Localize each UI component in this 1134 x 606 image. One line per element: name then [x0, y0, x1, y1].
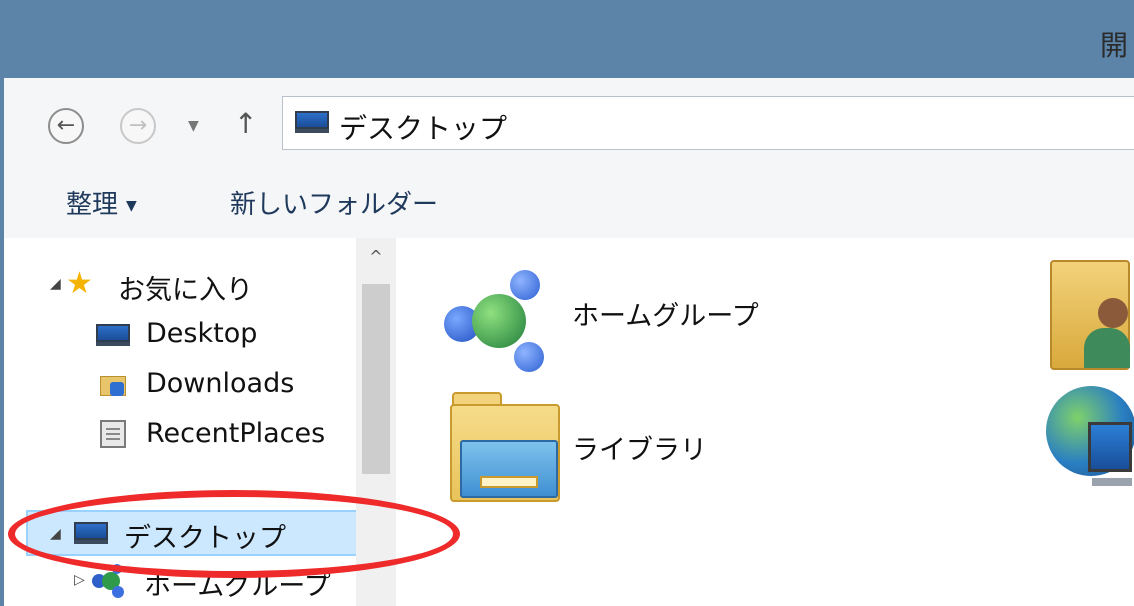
- organize-button[interactable]: 整理 ▼: [66, 184, 137, 221]
- network-icon[interactable]: [1046, 386, 1134, 498]
- tree-item-desktop-favorite[interactable]: Desktop: [4, 312, 356, 358]
- content-item-libraries[interactable]: ライブラリ: [448, 390, 748, 510]
- tree-item-downloads[interactable]: Downloads: [4, 362, 356, 408]
- tree-item-label: Desktop: [146, 318, 258, 349]
- chevron-down-icon: ▼: [188, 118, 199, 134]
- tree-item-recent-places[interactable]: RecentPlaces: [4, 412, 356, 458]
- content-pane: ホームグループ ライブラリ: [396, 238, 1134, 606]
- chevron-up-icon: ^: [369, 247, 383, 266]
- libraries-folder-icon: [448, 390, 566, 502]
- homegroup-icon: [444, 264, 560, 374]
- window-title: 開: [1099, 29, 1128, 62]
- tree-item-label: お気に入り: [118, 275, 253, 306]
- desktop-monitor-icon: [295, 111, 329, 133]
- chevron-down-icon: ▼: [126, 197, 137, 214]
- star-icon: ★: [66, 266, 93, 301]
- new-folder-button[interactable]: 新しいフォルダー: [230, 184, 438, 221]
- highlight-annotation: [8, 490, 460, 578]
- up-button[interactable]: ↑: [234, 107, 257, 140]
- expand-icon[interactable]: ◢: [50, 276, 61, 292]
- organize-label: 整理: [66, 190, 119, 220]
- command-bar: 整理 ▼ 新しいフォルダー: [4, 170, 1134, 238]
- title-bar: 開: [0, 0, 1134, 78]
- address-bar[interactable]: デスクトップ: [282, 96, 1134, 150]
- address-path: デスクトップ: [339, 112, 508, 145]
- user-folder-icon[interactable]: [1050, 260, 1130, 370]
- desktop-monitor-icon: [96, 324, 130, 346]
- content-item-label: ホームグループ: [572, 301, 759, 332]
- downloads-folder-icon: [100, 372, 126, 396]
- scroll-up-button[interactable]: ^: [356, 242, 396, 272]
- forward-button[interactable]: →: [120, 108, 156, 144]
- tree-item-favorites[interactable]: ◢ ★ お気に入り: [4, 262, 356, 308]
- content-item-homegroup[interactable]: ホームグループ: [444, 260, 764, 380]
- tree-item-label: RecentPlaces: [146, 418, 326, 449]
- back-arrow-icon: ←: [56, 113, 76, 138]
- recent-places-icon: [100, 420, 126, 448]
- expand-icon[interactable]: ▷: [74, 572, 85, 588]
- scroll-thumb[interactable]: [362, 284, 390, 474]
- back-button[interactable]: ←: [48, 108, 84, 144]
- tree-item-label: Downloads: [146, 368, 295, 399]
- recent-locations-button[interactable]: ▼: [188, 118, 199, 134]
- navigation-bar: ← → ▼ ↑ デスクトップ: [4, 78, 1134, 170]
- forward-arrow-icon: →: [128, 113, 148, 138]
- up-arrow-icon: ↑: [234, 107, 258, 140]
- content-item-label: ライブラリ: [572, 435, 707, 466]
